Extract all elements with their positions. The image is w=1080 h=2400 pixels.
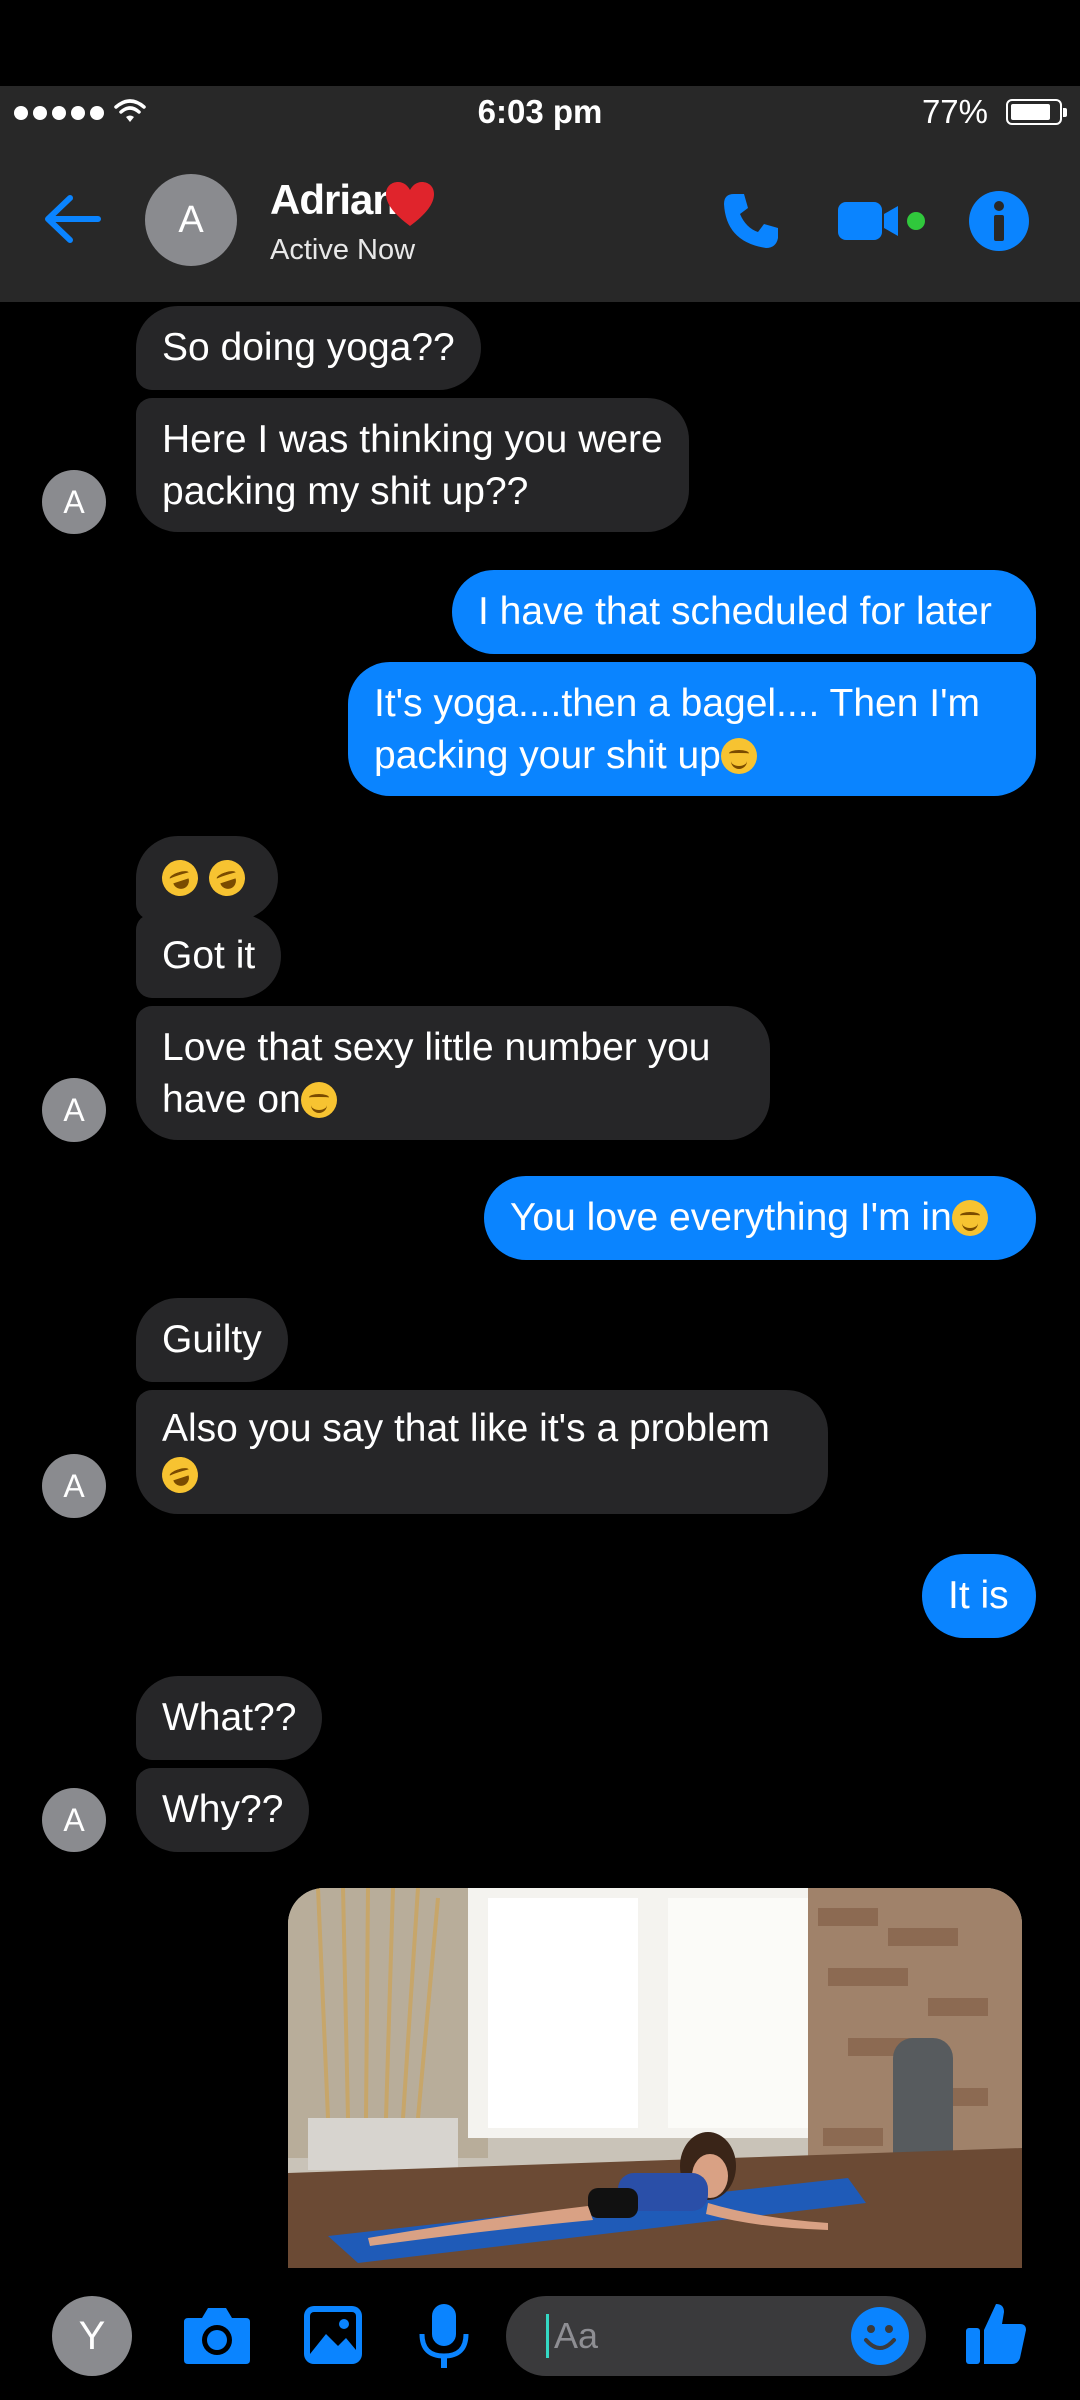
contact-name[interactable]: Adrian (270, 176, 398, 224)
text-cursor (546, 2314, 549, 2358)
emoji-picker-icon[interactable] (850, 2306, 910, 2366)
message-input-container[interactable] (506, 2296, 926, 2376)
unamused-emoji-icon (951, 1200, 988, 1236)
sender-avatar[interactable]: A (42, 1788, 106, 1852)
message-bubble-incoming[interactable]: What?? (136, 1676, 323, 1760)
composer-bar: Y (0, 2268, 1080, 2400)
message-bubble-incoming[interactable]: Love that sexy little number you have on (136, 1006, 770, 1140)
user-avatar[interactable]: Y (52, 2296, 132, 2376)
message-bubble-outgoing[interactable]: I have that scheduled for later (452, 570, 1036, 654)
message-bubble-incoming[interactable]: So doing yoga?? (136, 306, 481, 390)
smirk-emoji-icon (300, 1082, 337, 1118)
camera-icon[interactable] (182, 2304, 252, 2366)
sender-avatar[interactable]: A (42, 1454, 106, 1518)
battery-icon (1006, 99, 1067, 125)
contact-avatar[interactable]: A (145, 174, 237, 266)
phone-call-icon[interactable] (720, 190, 782, 252)
message-bubble-incoming[interactable] (136, 836, 278, 920)
rolling-laughing-emoji-icon (204, 855, 250, 901)
photo-attachment[interactable] (288, 1888, 1022, 2268)
message-input[interactable] (554, 2314, 854, 2358)
gallery-image-icon[interactable] (302, 2304, 364, 2366)
heart-icon (386, 182, 434, 226)
rolling-laughing-emoji-icon (157, 1452, 203, 1498)
message-bubble-outgoing[interactable]: It is (922, 1554, 1036, 1638)
message-bubble-incoming[interactable]: Got it (136, 914, 282, 998)
message-bubble-outgoing[interactable]: You love everything I'm in (484, 1176, 1036, 1260)
message-bubble-incoming[interactable]: Why?? (136, 1768, 310, 1852)
status-bar: 6:03 pm 77% (0, 86, 1080, 138)
back-arrow-icon[interactable] (42, 190, 104, 248)
thumbs-up-icon[interactable] (964, 2300, 1028, 2366)
sender-avatar[interactable]: A (42, 470, 106, 534)
chat-header: A Adrian Active Now (0, 138, 1080, 302)
message-bubble-incoming[interactable]: Also you say that like it's a problem (136, 1390, 828, 1514)
message-bubble-outgoing[interactable]: It's yoga....then a bagel.... Then I'm p… (348, 662, 1036, 796)
status-time: 6:03 pm (477, 93, 603, 130)
rolling-laughing-emoji-icon (157, 855, 203, 901)
active-status: Active Now (270, 234, 416, 266)
info-icon[interactable] (968, 190, 1030, 252)
smirk-emoji-icon (720, 738, 757, 774)
battery-percent: 77% (921, 93, 988, 130)
microphone-icon[interactable] (416, 2302, 472, 2372)
video-call-icon[interactable] (838, 198, 928, 244)
message-bubble-incoming[interactable]: Guilty (136, 1298, 288, 1382)
sender-avatar[interactable]: A (42, 1078, 106, 1142)
yoga-photo-image (288, 1888, 1022, 2268)
message-bubble-incoming[interactable]: Here I was thinking you were packing my … (136, 398, 689, 532)
